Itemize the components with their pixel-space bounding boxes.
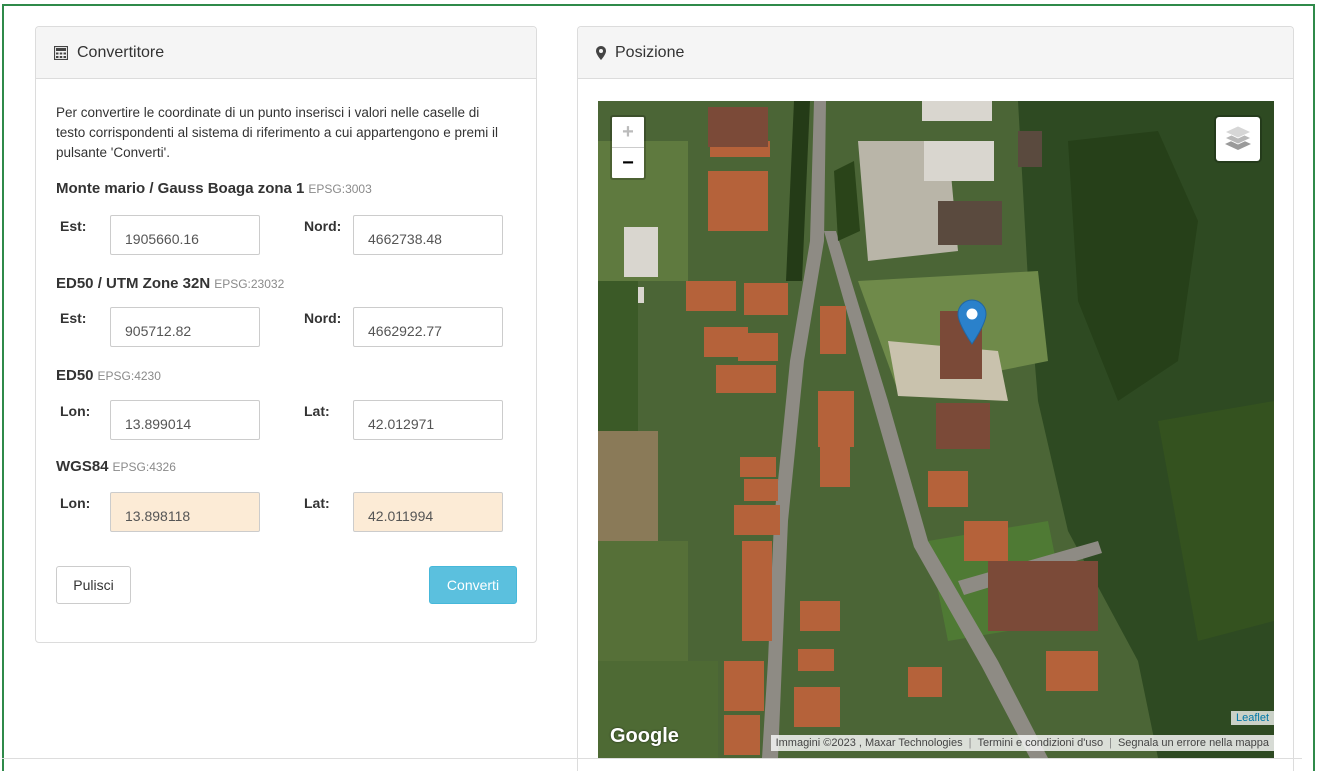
map-marker-icon	[596, 45, 606, 60]
system-title-gauss-boaga: Monte mario / Gauss Boaga zona 1 EPSG:300…	[56, 180, 372, 197]
system-name: ED50 / UTM Zone 32N	[56, 275, 211, 292]
converter-panel-header: Convertitore	[36, 27, 536, 79]
epsg-code: EPSG:3003	[308, 182, 372, 196]
layers-button[interactable]	[1214, 115, 1262, 163]
nord-label: Nord:	[304, 310, 342, 326]
attribution-separator: |	[1109, 737, 1112, 749]
imagery-credit: Immagini ©2023 , Maxar Technologies	[775, 737, 963, 749]
converter-intro: Per convertire le coordinate di un punto…	[56, 105, 498, 160]
zoom-control: + −	[610, 115, 646, 180]
gauss-boaga-nord-input[interactable]	[353, 215, 503, 255]
google-logo: Google	[610, 725, 679, 747]
position-title: Posizione	[615, 43, 685, 61]
utm32n-est-input[interactable]	[110, 307, 260, 347]
zoom-in-button[interactable]: +	[612, 117, 644, 148]
wgs84-lon-output	[110, 492, 260, 532]
est-label: Est:	[60, 310, 87, 326]
convert-button[interactable]: Converti	[429, 566, 517, 604]
lat-label: Lat:	[304, 403, 330, 419]
lon-label: Lon:	[60, 495, 91, 511]
epsg-code: EPSG:4326	[112, 460, 176, 474]
system-name: Monte mario / Gauss Boaga zona 1	[56, 180, 305, 197]
system-title-utm32n: ED50 / UTM Zone 32N EPSG:23032	[56, 275, 284, 292]
utm32n-nord-input[interactable]	[353, 307, 503, 347]
system-title-wgs84: WGS84 EPSG:4326	[56, 458, 176, 475]
epsg-code: EPSG:23032	[214, 277, 285, 291]
system-name: WGS84	[56, 458, 109, 475]
leaflet-attribution-link[interactable]: Leaflet	[1230, 711, 1274, 725]
ed50-lon-input[interactable]	[110, 400, 260, 440]
ed50-lat-input[interactable]	[353, 400, 503, 440]
wgs84-lat-output	[353, 492, 503, 532]
lon-label: Lon:	[60, 403, 91, 419]
epsg-code: EPSG:4230	[97, 369, 161, 383]
google-attribution-bar: Immagini ©2023 , Maxar Technologies | Te…	[770, 735, 1274, 751]
clear-button[interactable]: Pulisci	[56, 566, 131, 604]
lat-label: Lat:	[304, 495, 330, 511]
est-label: Est:	[60, 218, 87, 234]
calculator-icon	[54, 45, 68, 60]
system-name: ED50	[56, 367, 94, 384]
attribution-separator: |	[968, 737, 972, 749]
position-panel-header: Posizione	[578, 27, 1293, 79]
nord-label: Nord:	[304, 218, 342, 234]
map-view[interactable]: + − Leaflet Google Immagini ©2023 , Maxa…	[598, 101, 1274, 758]
layers-icon	[1224, 124, 1252, 155]
converter-panel: Convertitore Per convertire le coordinat…	[35, 26, 537, 643]
zoom-out-button[interactable]: −	[612, 148, 644, 178]
report-error-link[interactable]: Segnala un errore nella mappa	[1118, 737, 1269, 749]
footer-divider	[2, 758, 1302, 759]
system-title-ed50: ED50 EPSG:4230	[56, 367, 161, 384]
location-marker-icon[interactable]	[957, 299, 987, 345]
gauss-boaga-est-input[interactable]	[110, 215, 260, 255]
satellite-imagery	[598, 101, 1274, 758]
converter-title: Convertitore	[77, 43, 165, 61]
terms-link[interactable]: Termini e condizioni d'uso	[977, 737, 1103, 749]
position-panel: Posizione + − Leaflet Google Immagini ©2…	[577, 26, 1294, 771]
